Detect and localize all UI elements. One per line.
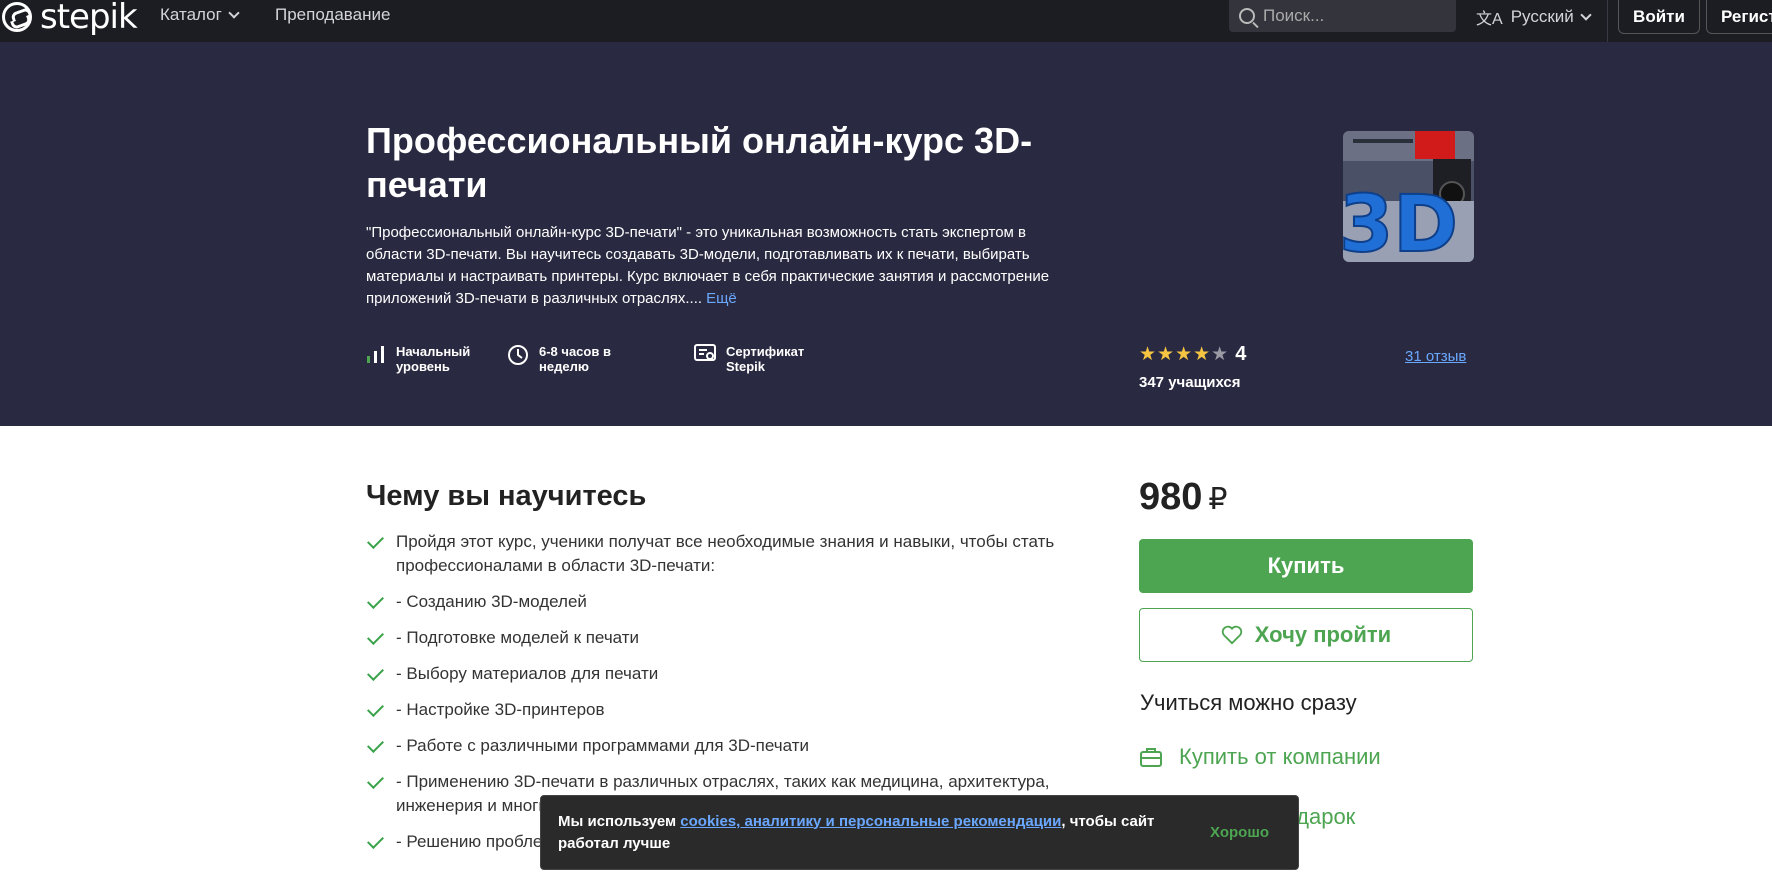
chevron-down-icon bbox=[1580, 9, 1592, 21]
learn-item-text: Пройдя этот курс, ученики получат все не… bbox=[396, 532, 1055, 575]
nav-divider bbox=[1607, 0, 1608, 42]
svg-text:3D: 3D bbox=[1343, 180, 1458, 262]
rating-stars: ★★★★★ bbox=[1139, 344, 1230, 365]
search-icon bbox=[1239, 8, 1255, 24]
study-now-heading: Учиться можно сразу bbox=[1140, 690, 1357, 715]
course-certificate: Сертификат Stepik bbox=[694, 344, 816, 374]
course-price: 980 ₽ bbox=[1139, 476, 1228, 519]
stepik-logo-icon bbox=[2, 2, 32, 32]
cookie-accept-button[interactable]: Хорошо bbox=[1210, 824, 1269, 841]
list-item: - Выбору материалов для печати bbox=[366, 662, 1066, 686]
search-box[interactable] bbox=[1229, 0, 1456, 32]
buy-button[interactable]: Купить bbox=[1139, 539, 1473, 593]
briefcase-icon bbox=[1140, 748, 1162, 767]
stepik-logo[interactable]: stepik bbox=[0, 0, 138, 37]
more-link[interactable]: Ещё bbox=[706, 290, 737, 307]
wishlist-button[interactable]: Хочу пройти bbox=[1139, 608, 1473, 662]
logo-text: stepik bbox=[40, 0, 138, 37]
course-cover-image: 3D bbox=[1343, 131, 1474, 262]
language-label: Русский bbox=[1510, 7, 1574, 26]
cookie-text: Мы используем cookies, аналитику и персо… bbox=[558, 811, 1158, 855]
cookie-text-before: Мы используем bbox=[558, 812, 681, 830]
course-rating: ★★★★★ 4 bbox=[1139, 343, 1246, 366]
teaching-link[interactable]: Преподавание bbox=[275, 5, 390, 25]
chevron-down-icon bbox=[228, 7, 240, 19]
login-button[interactable]: Войти bbox=[1618, 0, 1700, 34]
register-button[interactable]: Регистрация bbox=[1706, 0, 1772, 34]
cookie-banner: Мы используем cookies, аналитику и персо… bbox=[540, 795, 1299, 870]
reviews-link[interactable]: 31 отзыв bbox=[1405, 348, 1466, 365]
catalog-menu[interactable]: Каталог bbox=[160, 5, 240, 25]
level-text: Начальный уровень bbox=[396, 344, 471, 374]
check-icon bbox=[366, 530, 386, 554]
learn-item-text: - Подготовке моделей к печати bbox=[396, 628, 640, 647]
course-hero: Профессиональный онлайн-курс 3D-печати "… bbox=[0, 42, 1772, 426]
catalog-label: Каталог bbox=[160, 5, 222, 24]
rating-value: 4 bbox=[1235, 343, 1247, 365]
certificate-text: Сертификат Stepik bbox=[726, 344, 805, 374]
learn-item-text: - Работе с различными программами для 3D… bbox=[396, 736, 809, 755]
course-description: "Профессиональный онлайн-курс 3D-печати"… bbox=[366, 222, 1071, 310]
price-currency: ₽ bbox=[1208, 483, 1228, 516]
search-input[interactable] bbox=[1263, 6, 1443, 26]
language-selector[interactable]: 文A Русский bbox=[1476, 5, 1592, 29]
check-icon bbox=[366, 734, 386, 758]
list-item: Пройдя этот курс, ученики получат все не… bbox=[366, 530, 1066, 578]
certificate-icon bbox=[694, 344, 716, 361]
buy-for-company-link[interactable]: Купить от компании bbox=[1139, 744, 1381, 770]
check-icon bbox=[366, 830, 386, 854]
list-item: - Подготовке моделей к печати bbox=[366, 626, 1066, 650]
check-icon bbox=[366, 698, 386, 722]
top-navbar: stepik Каталог Преподавание 文A Русский В… bbox=[0, 0, 1772, 42]
check-icon bbox=[366, 662, 386, 686]
learn-section-title: Чему вы научитесь bbox=[366, 480, 647, 512]
learn-item-text: - Настройке 3D-принтеров bbox=[396, 700, 605, 719]
list-item: - Работе с различными программами для 3D… bbox=[366, 734, 1066, 758]
heart-icon bbox=[1221, 625, 1242, 645]
teaching-label: Преподавание bbox=[275, 5, 391, 24]
course-workload: 6-8 часов в неделю bbox=[507, 344, 629, 374]
translate-icon: 文A bbox=[1476, 11, 1503, 28]
clock-icon bbox=[508, 345, 528, 365]
check-icon bbox=[366, 590, 386, 614]
workload-text: 6-8 часов в неделю bbox=[539, 344, 611, 374]
buy-for-company-label: Купить от компании bbox=[1179, 744, 1381, 769]
learners-count: 347 учащихся bbox=[1139, 374, 1241, 391]
list-item: - Настройке 3D-принтеров bbox=[366, 698, 1066, 722]
list-item: - Созданию 3D-моделей bbox=[366, 590, 1066, 614]
check-icon bbox=[366, 770, 386, 794]
course-title: Профессиональный онлайн-курс 3D-печати bbox=[366, 120, 1033, 205]
level-bars-icon bbox=[367, 346, 384, 363]
wishlist-label: Хочу пройти bbox=[1254, 622, 1392, 647]
learn-item-text: - Созданию 3D-моделей bbox=[396, 592, 587, 611]
course-level: Начальный уровень bbox=[366, 344, 486, 374]
price-value: 980 bbox=[1139, 476, 1203, 518]
learn-item-text: - Выбору материалов для печати bbox=[396, 664, 659, 683]
cookie-policy-link[interactable]: cookies, аналитику и персональные рекоме… bbox=[680, 813, 1061, 830]
check-icon bbox=[366, 626, 386, 650]
